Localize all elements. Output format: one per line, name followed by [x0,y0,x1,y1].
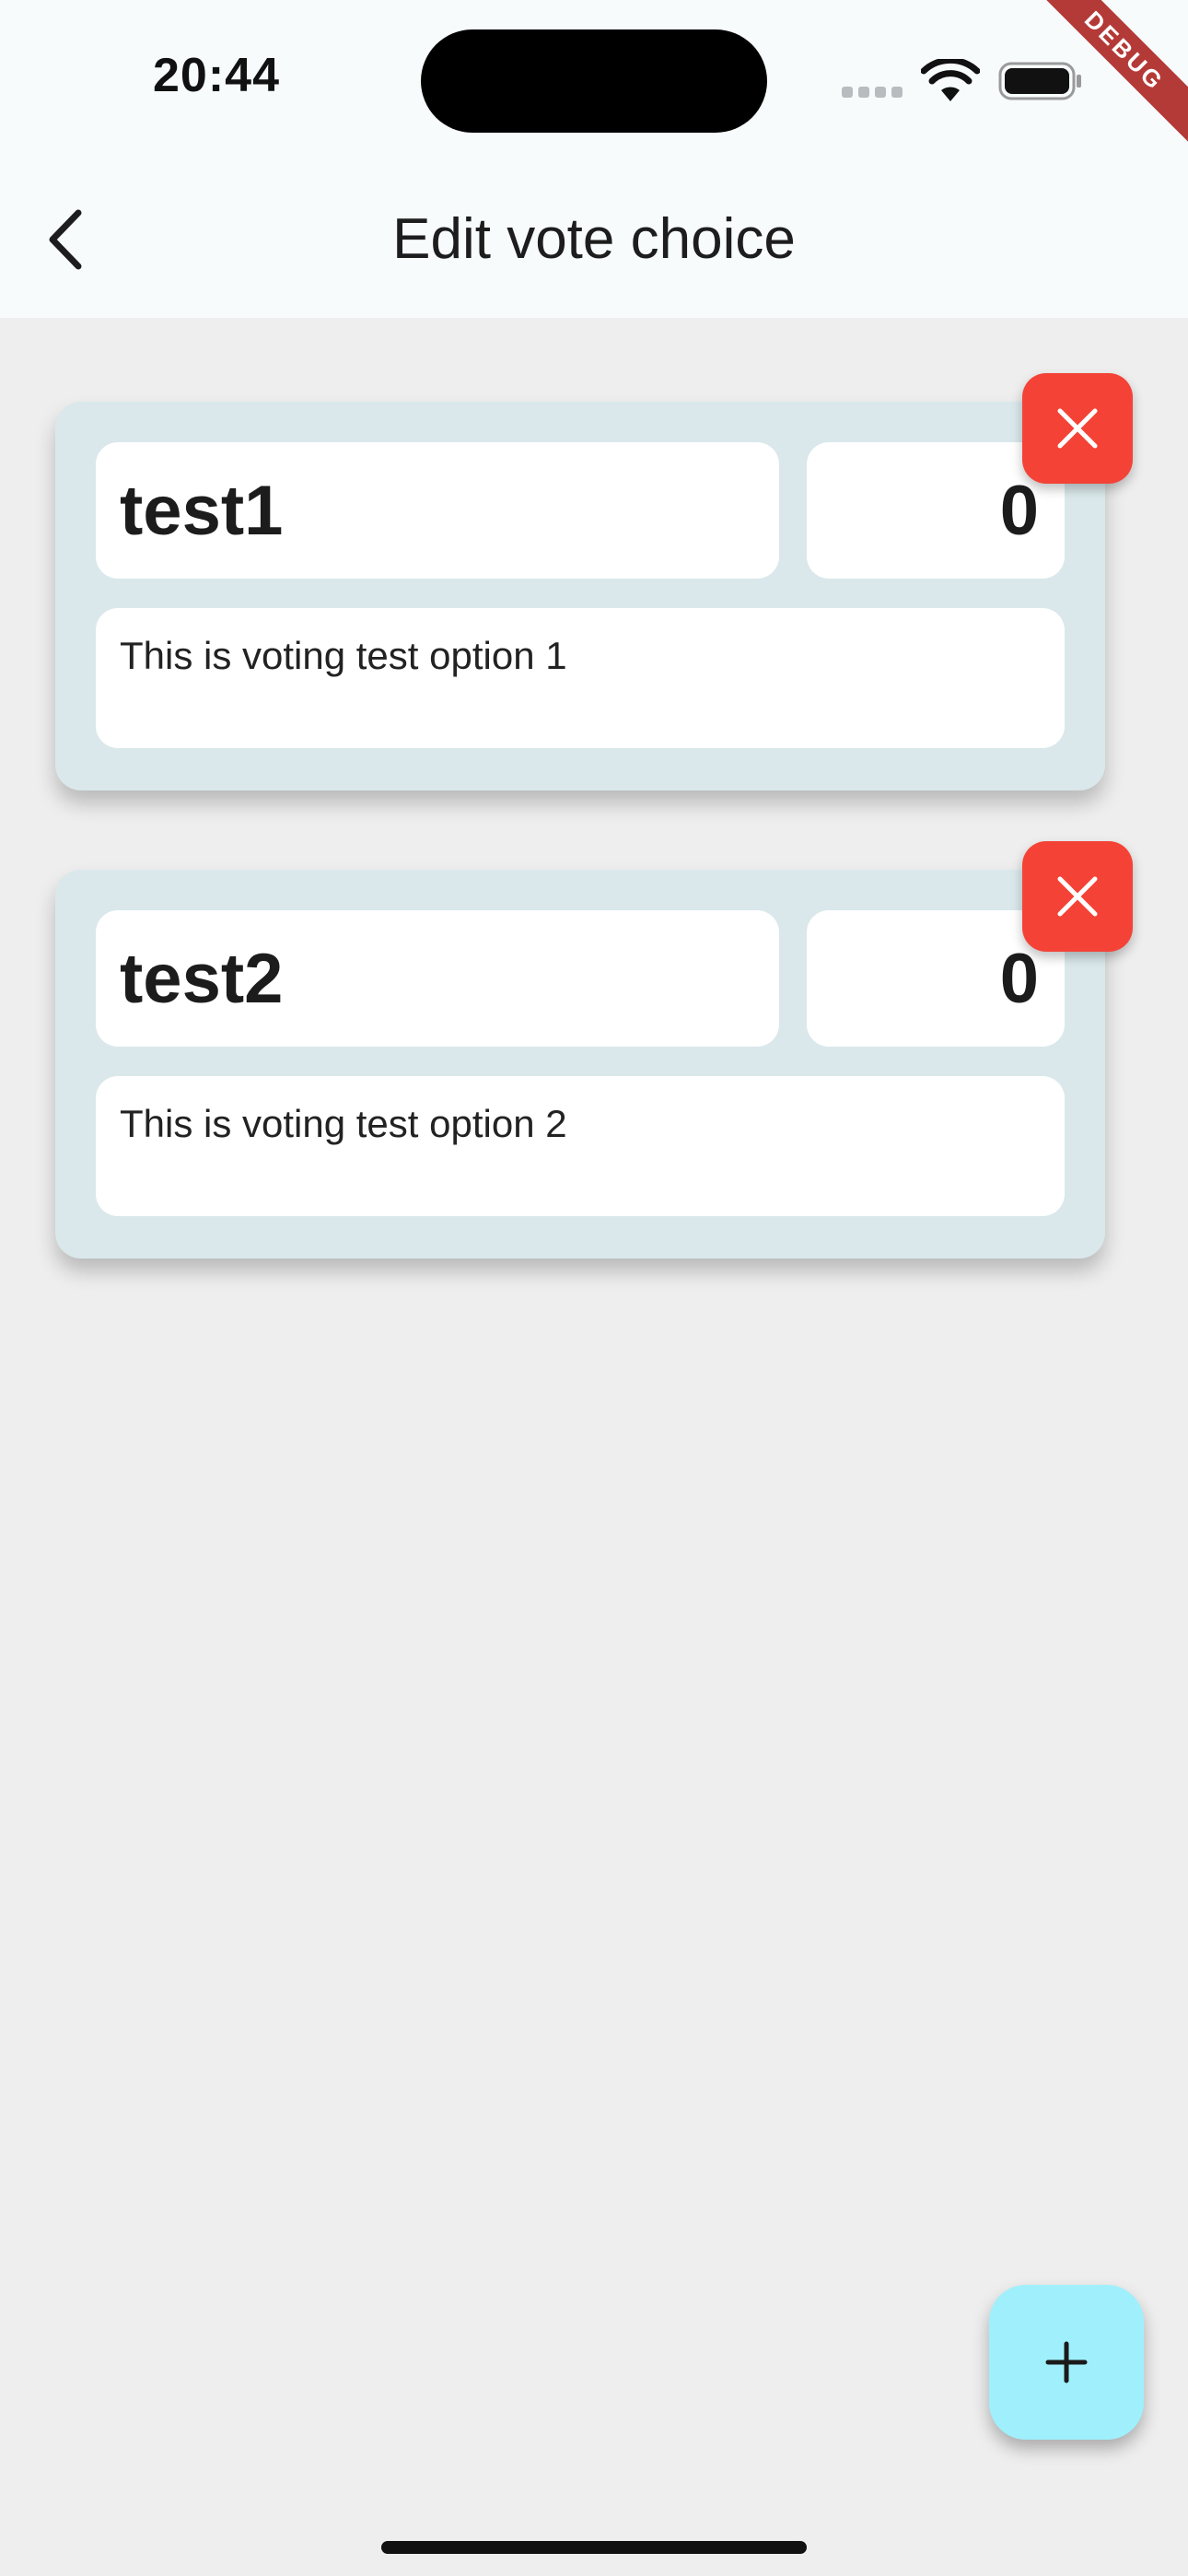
delete-choice-button[interactable] [1022,373,1133,484]
choice-description-field[interactable]: This is voting test option 2 [96,1076,1065,1216]
add-choice-button[interactable] [989,2285,1144,2440]
choice-title-field[interactable]: test2 [96,910,779,1047]
choice-title-field[interactable]: test1 [96,442,779,579]
vote-choice-card: test2 0 This is voting test option 2 [55,870,1105,1259]
close-icon [1057,876,1098,917]
vote-choice-card: test1 0 This is voting test option 1 [55,402,1105,790]
page-title: Edit vote choice [392,207,796,271]
cellular-signal-icon [842,87,903,98]
status-bar: 20:44 DEBUG [0,0,1188,166]
dynamic-island [421,29,767,133]
home-indicator [381,2541,807,2554]
plus-icon [1045,2341,1088,2383]
wifi-icon [921,59,980,101]
choice-description-field[interactable]: This is voting test option 1 [96,608,1065,748]
app-bar: Edit vote choice [0,166,1188,318]
close-icon [1057,408,1098,449]
battery-icon [998,62,1081,100]
delete-choice-button[interactable] [1022,841,1133,952]
status-time: 20:44 [153,49,280,102]
